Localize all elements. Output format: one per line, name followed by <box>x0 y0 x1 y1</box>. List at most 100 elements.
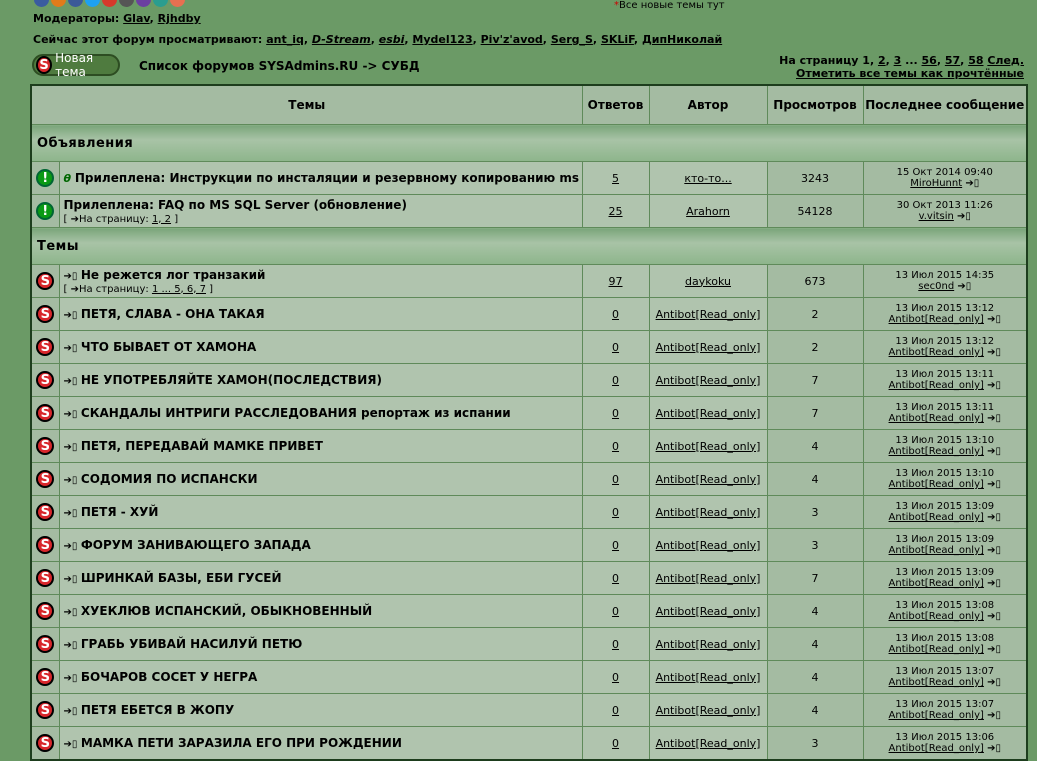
new-post-icon[interactable]: ➔▯ <box>957 211 971 222</box>
new-post-icon[interactable]: ➔▯ <box>987 413 1001 424</box>
social-icon[interactable] <box>51 0 66 7</box>
new-post-icon[interactable]: ➔▯ <box>987 380 1001 391</box>
viewer-link[interactable]: Mydel123 <box>412 33 472 46</box>
social-icon[interactable] <box>68 0 83 7</box>
topic-title[interactable]: СОДОМИЯ ПО ИСПАНСКИ <box>81 472 258 486</box>
last-post-user[interactable]: Antibot[Read_only] <box>889 644 984 655</box>
author-link[interactable]: Antibot[Read_only] <box>656 308 761 321</box>
new-post-icon[interactable]: ➔▯ <box>987 347 1001 358</box>
last-post-user[interactable]: Antibot[Read_only] <box>889 545 984 556</box>
goto-post-icon[interactable]: ➔▯ <box>64 541 78 552</box>
breadcrumb[interactable]: Список форумов SYSAdmins.RU -> СУБД <box>139 59 420 73</box>
replies-count[interactable]: 97 <box>609 275 623 288</box>
last-post-user[interactable]: Antibot[Read_only] <box>889 677 984 688</box>
moderator-link[interactable]: Rjhdby <box>158 12 201 25</box>
page-link[interactable]: 56 <box>922 54 937 67</box>
author-link[interactable]: Antibot[Read_only] <box>656 704 761 717</box>
new-post-icon[interactable]: ➔▯ <box>987 512 1001 523</box>
replies-count[interactable]: 0 <box>612 638 619 651</box>
last-post-user[interactable]: Antibot[Read_only] <box>889 611 984 622</box>
topic-title[interactable]: МАМКА ПЕТИ ЗАРАЗИЛА ЕГО ПРИ РОЖДЕНИИ <box>81 736 402 750</box>
replies-count[interactable]: 0 <box>612 407 619 420</box>
topic-title[interactable]: ХУЕКЛЮВ ИСПАНСКИЙ, ОБЫКНОВЕННЫЙ <box>81 604 372 618</box>
new-topics-link[interactable]: Все новые темы тут <box>619 0 725 11</box>
topic-title[interactable]: СКАНДАЛЫ ИНТРИГИ РАССЛЕДОВАНИЯ репортаж … <box>81 406 511 420</box>
new-post-icon[interactable]: ➔▯ <box>965 178 979 189</box>
topic-title[interactable]: ЧТО БЫВАЕТ ОТ ХАМОНА <box>81 340 256 354</box>
new-post-icon[interactable]: ➔▯ <box>987 743 1001 754</box>
replies-count[interactable]: 25 <box>609 205 623 218</box>
social-icon[interactable] <box>136 0 151 7</box>
mark-all-read-link[interactable]: Отметить все темы как прочтённые <box>779 67 1024 80</box>
page-link[interactable]: 2 <box>878 54 886 67</box>
goto-post-icon[interactable]: ➔▯ <box>64 508 78 519</box>
viewer-link[interactable]: ant_iq <box>266 33 304 46</box>
goto-post-icon[interactable]: ➔▯ <box>64 409 78 420</box>
goto-post-icon[interactable]: ➔▯ <box>64 343 78 354</box>
topic-title[interactable]: Прилеплена: Инструкции по инсталяции и р… <box>75 171 581 185</box>
goto-post-icon[interactable]: ➔▯ <box>64 607 78 618</box>
page-link[interactable]: 3 <box>894 54 902 67</box>
author-link[interactable]: Antibot[Read_only] <box>656 605 761 618</box>
last-post-user[interactable]: Antibot[Read_only] <box>889 512 984 523</box>
author-link[interactable]: Antibot[Read_only] <box>656 671 761 684</box>
goto-post-icon[interactable]: ➔▯ <box>64 574 78 585</box>
new-post-icon[interactable]: ➔▯ <box>987 677 1001 688</box>
author-link[interactable]: Antibot[Read_only] <box>656 539 761 552</box>
new-post-icon[interactable]: ➔▯ <box>987 479 1001 490</box>
replies-count[interactable]: 0 <box>612 572 619 585</box>
topic-title[interactable]: ПЕТЯ, СЛАВА - ОНА ТАКАЯ <box>81 307 265 321</box>
last-post-user[interactable]: Antibot[Read_only] <box>889 578 984 589</box>
page-link[interactable]: 58 <box>968 54 983 67</box>
replies-count[interactable]: 0 <box>612 308 619 321</box>
new-post-icon[interactable]: ➔▯ <box>987 611 1001 622</box>
author-link[interactable]: Antibot[Read_only] <box>656 638 761 651</box>
replies-count[interactable]: 0 <box>612 671 619 684</box>
last-post-user[interactable]: v.vitsin <box>919 211 954 222</box>
replies-count[interactable]: 0 <box>612 605 619 618</box>
author-link[interactable]: Antibot[Read_only] <box>656 737 761 750</box>
topic-page-links[interactable]: 1 ... 5, 6, 7 <box>152 284 206 295</box>
new-post-icon[interactable]: ➔▯ <box>987 314 1001 325</box>
last-post-user[interactable]: Antibot[Read_only] <box>889 446 984 457</box>
topic-title[interactable]: НЕ УПОТРЕБЛЯЙТЕ ХАМОН(ПОСЛЕДСТВИЯ) <box>81 373 382 387</box>
goto-post-icon[interactable]: ➔▯ <box>64 376 78 387</box>
author-link[interactable]: Antibot[Read_only] <box>656 440 761 453</box>
replies-count[interactable]: 0 <box>612 440 619 453</box>
moderator-link[interactable]: Glav <box>123 12 150 25</box>
last-post-user[interactable]: Antibot[Read_only] <box>889 479 984 490</box>
goto-post-icon[interactable]: ➔▯ <box>64 706 78 717</box>
author-link[interactable]: daykoku <box>685 275 731 288</box>
replies-count[interactable]: 5 <box>612 172 619 185</box>
topic-title[interactable]: Не режется лог транзакий <box>81 268 266 282</box>
author-link[interactable]: Antibot[Read_only] <box>656 407 761 420</box>
topic-title[interactable]: БОЧАРОВ СОСЕТ У НЕГРА <box>81 670 257 684</box>
new-post-icon[interactable]: ➔▯ <box>987 545 1001 556</box>
author-link[interactable]: Antibot[Read_only] <box>656 572 761 585</box>
social-icon[interactable] <box>34 0 49 7</box>
viewer-link[interactable]: D-Stream <box>312 33 371 46</box>
new-post-icon[interactable]: ➔▯ <box>987 578 1001 589</box>
goto-post-icon[interactable]: ➔▯ <box>64 271 78 282</box>
viewer-link[interactable]: Piv'z'avod <box>481 33 543 46</box>
last-post-user[interactable]: Antibot[Read_only] <box>889 710 984 721</box>
replies-count[interactable]: 0 <box>612 473 619 486</box>
social-icon[interactable] <box>119 0 134 7</box>
last-post-user[interactable]: Antibot[Read_only] <box>889 347 984 358</box>
topic-title[interactable]: ФОРУМ ЗАНИВАЮЩЕГО ЗАПАДА <box>81 538 311 552</box>
last-post-user[interactable]: Antibot[Read_only] <box>889 743 984 754</box>
author-link[interactable]: Arahorn <box>686 205 730 218</box>
new-topic-button[interactable]: S Новая тема <box>32 51 120 79</box>
last-post-user[interactable]: Antibot[Read_only] <box>889 380 984 391</box>
social-icon[interactable] <box>102 0 117 7</box>
replies-count[interactable]: 0 <box>612 506 619 519</box>
topic-title[interactable]: ПЕТЯ, ПЕРЕДАВАЙ МАМКЕ ПРИВЕТ <box>81 439 323 453</box>
social-icon[interactable] <box>85 0 100 7</box>
replies-count[interactable]: 0 <box>612 341 619 354</box>
viewer-link[interactable]: esbi <box>379 33 405 46</box>
viewer-link[interactable]: ДипНиколай <box>642 33 722 46</box>
topic-title[interactable]: Прилеплена: FAQ по MS SQL Server (обновл… <box>64 198 407 212</box>
last-post-user[interactable]: Antibot[Read_only] <box>889 314 984 325</box>
topic-title[interactable]: ГРАБЬ УБИВАЙ НАСИЛУЙ ПЕТЮ <box>81 637 302 651</box>
social-icon[interactable] <box>153 0 168 7</box>
